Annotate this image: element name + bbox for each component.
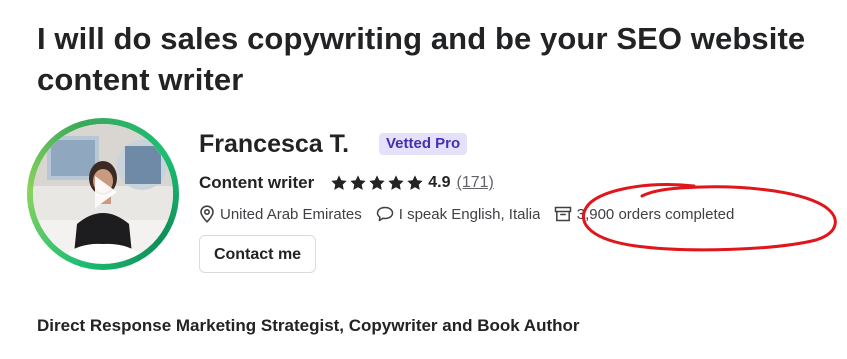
- seller-profession: Content writer: [199, 173, 315, 192]
- seller-avatar[interactable]: [27, 118, 179, 270]
- seller-languages: I speak English, Italian: [376, 206, 540, 223]
- rating-score: 4.9: [428, 174, 451, 191]
- star-icon: [349, 174, 367, 192]
- orders-label: 3,900 orders completed: [576, 205, 735, 223]
- box-icon: [554, 206, 572, 222]
- reviews-count-link[interactable]: (171): [456, 174, 493, 192]
- languages-label: I speak English, Italian: [398, 205, 540, 223]
- star-icon: [368, 174, 386, 192]
- gig-title: I will do sales copywriting and be your …: [37, 21, 806, 97]
- seller-meta-row: United Arab Emirates I speak English, It…: [199, 203, 734, 225]
- rating-stars: [330, 174, 424, 192]
- seller-summary-row: Content writer 4.9 (171): [199, 171, 494, 195]
- country-label: United Arab Emirates: [220, 205, 362, 223]
- seller-orders: 3,900 orders completed: [554, 205, 735, 223]
- seller-country: United Arab Emirates: [199, 205, 362, 223]
- seller-tagline: Direct Response Marketing Strategist, Co…: [37, 316, 580, 335]
- seller-name[interactable]: Francesca T.: [199, 128, 349, 160]
- speech-bubble-icon: [376, 206, 394, 222]
- star-icon: [387, 174, 405, 192]
- contact-me-button[interactable]: Contact me: [199, 235, 316, 273]
- star-icon: [406, 174, 424, 192]
- star-icon: [330, 174, 348, 192]
- vetted-pro-badge: Vetted Pro: [379, 133, 468, 155]
- location-pin-icon: [199, 205, 215, 223]
- avatar-photo[interactable]: [33, 124, 173, 264]
